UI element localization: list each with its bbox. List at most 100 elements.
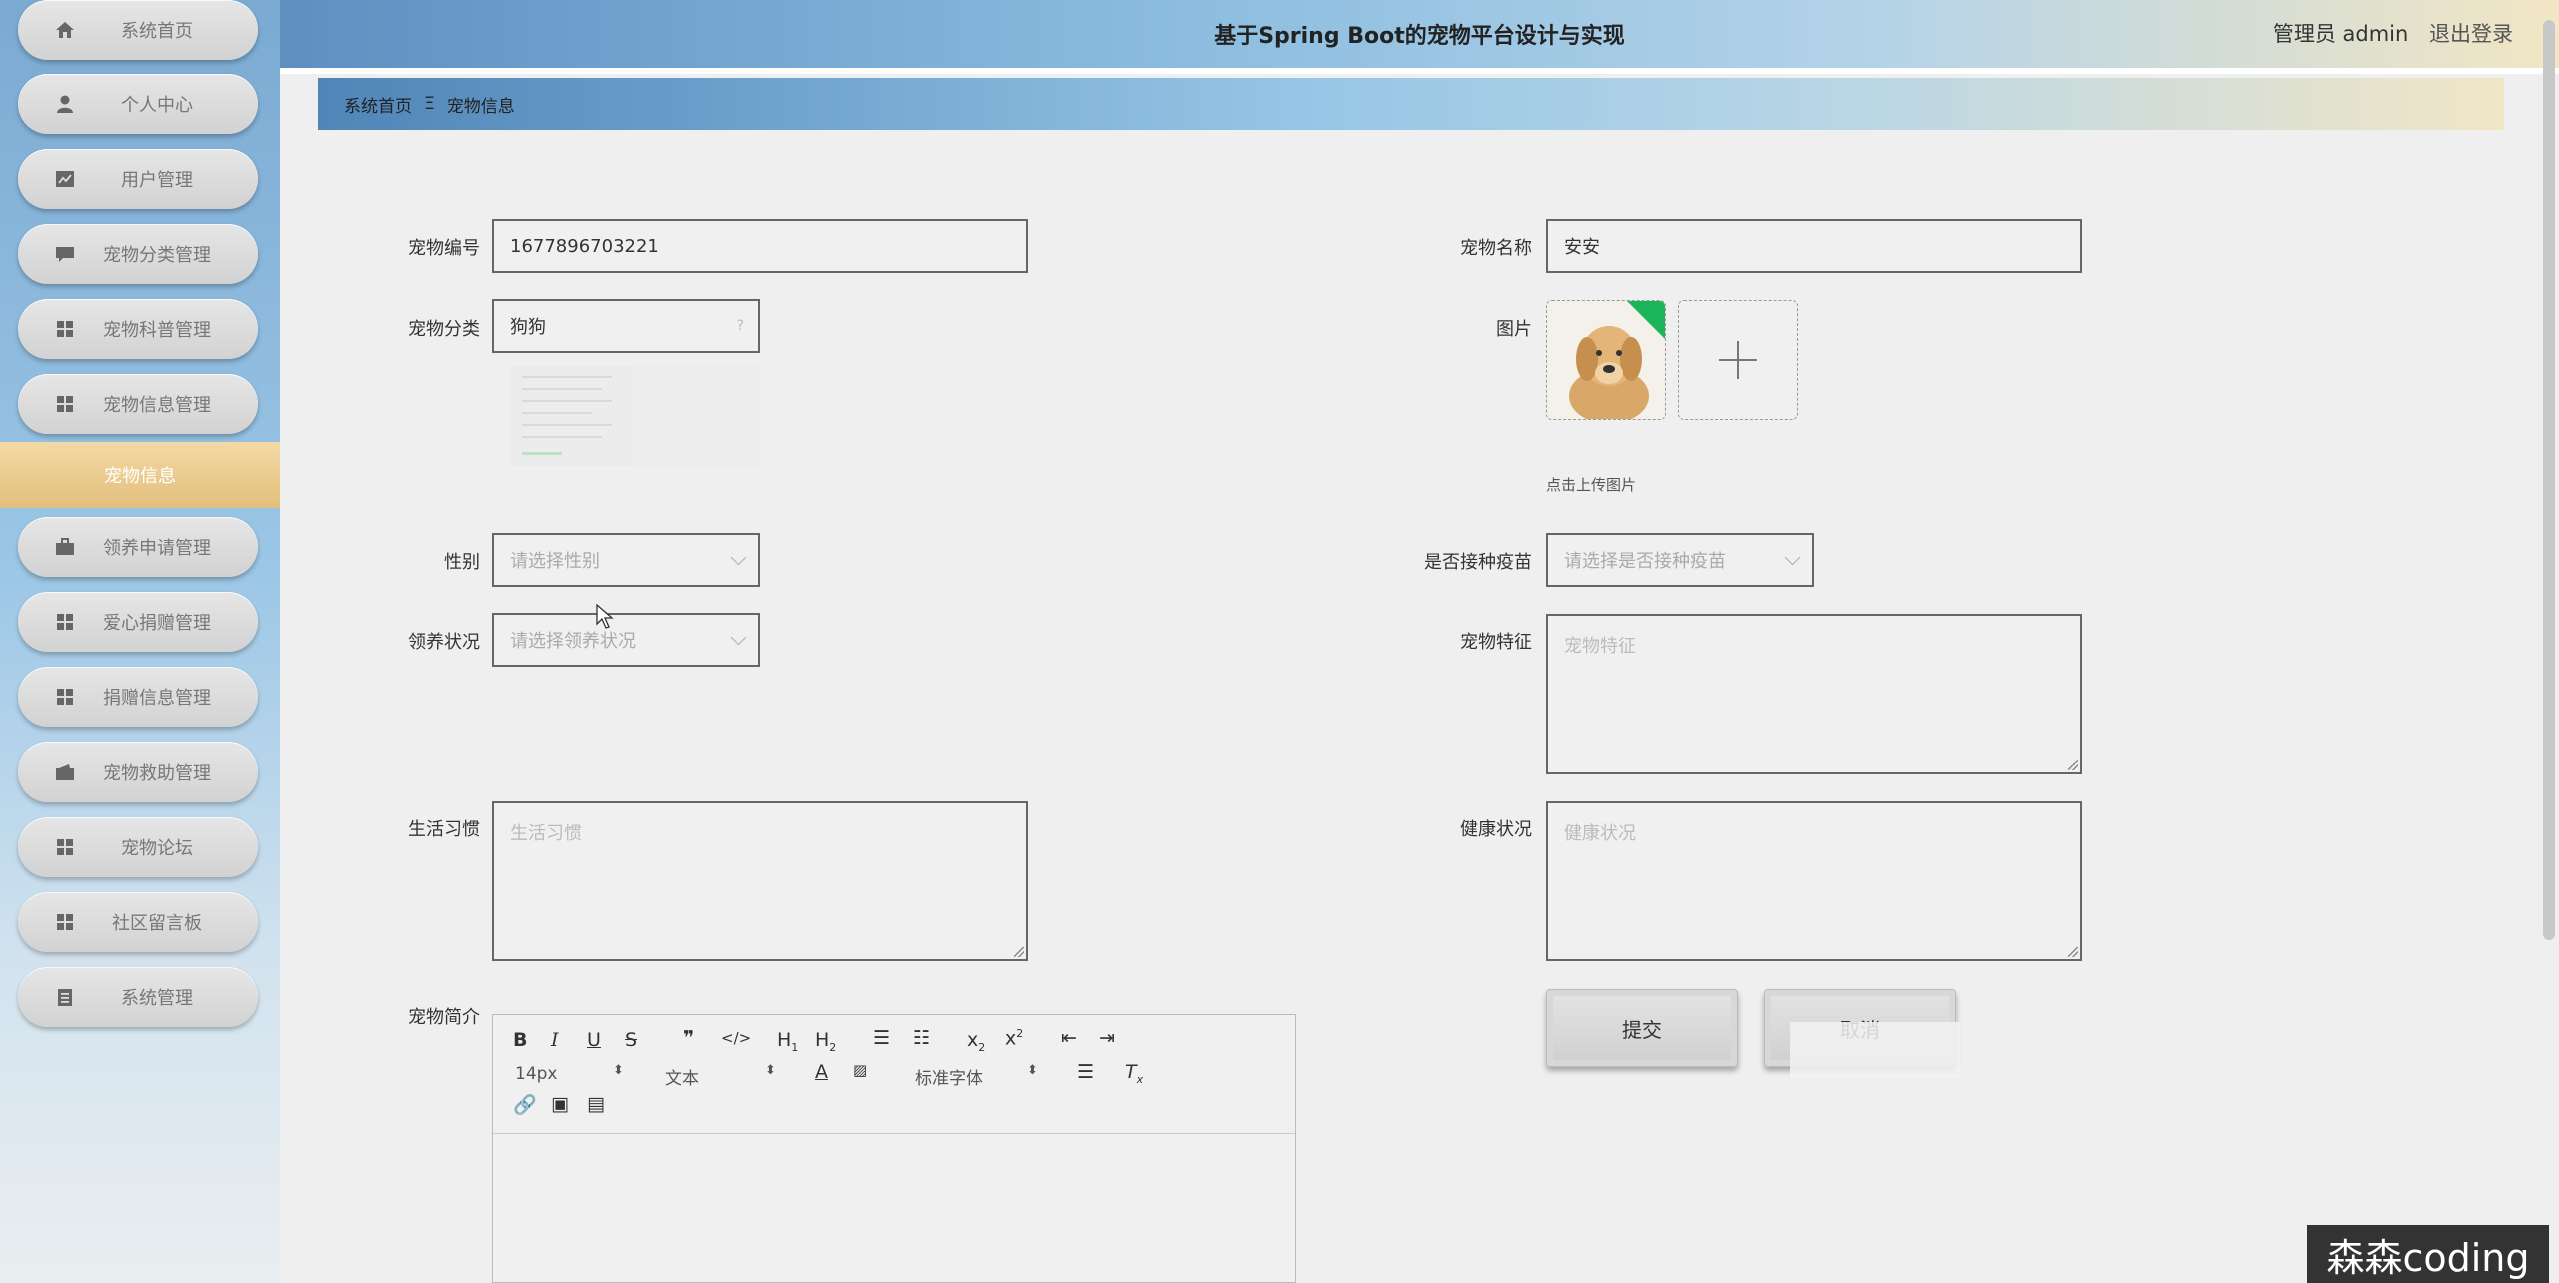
chevron-down-icon [730, 549, 747, 565]
upload-hint: 点击上传图片 [1546, 476, 1637, 494]
submit-button[interactable]: 提交 [1546, 989, 1738, 1067]
pet-category-value: 狗狗 [510, 317, 546, 338]
sidebar-item-rescue[interactable]: 宠物救助管理 [18, 742, 258, 802]
user-icon [54, 93, 76, 115]
heading1-icon[interactable]: H1 [777, 1029, 798, 1054]
sidebar-item-personal-center[interactable]: 个人中心 [18, 74, 258, 134]
link-icon[interactable]: 🔗 [513, 1093, 537, 1116]
sidebar-item-donation-info[interactable]: 捐赠信息管理 [18, 667, 258, 727]
health-placeholder: 健康状况 [1564, 823, 1636, 844]
paragraph-select[interactable]: 文本 [665, 1064, 699, 1089]
font-size-arrows-icon: ⬍ [613, 1063, 624, 1078]
subscript-icon[interactable]: x2 [967, 1029, 985, 1054]
sidebar-item-user-management[interactable]: 用户管理 [18, 149, 258, 209]
uploaded-image-thumb[interactable] [1546, 300, 1666, 420]
sidebar-item-message-board[interactable]: 社区留言板 [18, 892, 258, 952]
breadcrumb-home[interactable]: 系统首页 [344, 92, 412, 117]
briefcase-icon [54, 536, 76, 558]
pet-name-input[interactable]: 安安 [1546, 219, 2082, 273]
logout-link[interactable]: 退出登录 [2429, 22, 2513, 46]
resize-grip-icon[interactable] [2068, 947, 2078, 957]
sidebar-item-pet-science[interactable]: 宠物科普管理 [18, 299, 258, 359]
sidebar-item-forum[interactable]: 宠物论坛 [18, 817, 258, 877]
intro-editor: B I U S ❞ </> H1 H2 ☰ ☷ x2 x2 ⇤ ⇥ 14px ⬍… [492, 1014, 1296, 1283]
chat-icon [54, 243, 76, 265]
image-label: 图片 [1496, 319, 1532, 340]
chevron-down-icon [1784, 549, 1801, 565]
pet-category-select[interactable]: 狗狗 ? [492, 299, 760, 353]
dog-photo [1547, 301, 1665, 419]
underline-icon[interactable]: U [587, 1029, 601, 1051]
breadcrumb-separator: Ξ [424, 94, 435, 114]
habit-label: 生活习惯 [408, 819, 480, 840]
background-color-icon[interactable]: ▨ [853, 1061, 867, 1079]
sidebar-item-label: 用户管理 [121, 170, 193, 191]
pet-no-input[interactable]: 1677896703221 [492, 219, 1028, 273]
adoption-select[interactable]: 请选择领养状况 [492, 613, 760, 667]
adoption-label: 领养状况 [408, 632, 480, 653]
editor-toolbar: B I U S ❞ </> H1 H2 ☰ ☷ x2 x2 ⇤ ⇥ 14px ⬍… [493, 1015, 1295, 1134]
font-color-icon[interactable]: A [815, 1061, 828, 1083]
vaccinated-placeholder: 请选择是否接种疫苗 [1564, 551, 1726, 572]
ordered-list-icon[interactable]: ☰ [873, 1027, 890, 1049]
sidebar-item-donation[interactable]: 爱心捐赠管理 [18, 592, 258, 652]
feature-placeholder: 宠物特征 [1564, 636, 1636, 657]
sidebar-item-pet-category[interactable]: 宠物分类管理 [18, 224, 258, 284]
pet-name-label: 宠物名称 [1460, 238, 1532, 259]
app-title: 基于Spring Boot的宠物平台设计与实现 [1214, 24, 1625, 49]
sidebar-item-label: 领养申请管理 [103, 538, 211, 559]
breadcrumb: 系统首页 Ξ 宠物信息 [318, 78, 2504, 130]
grid-icon [54, 911, 76, 933]
image-icon[interactable]: ▣ [551, 1093, 569, 1115]
indent-icon[interactable]: ⇥ [1099, 1027, 1115, 1049]
sidebar-item-label: 宠物论坛 [121, 838, 193, 859]
pet-category-label: 宠物分类 [408, 319, 480, 340]
sidebar-item-pet-info[interactable]: 宠物信息管理 [18, 374, 258, 434]
category-dropdown-preview [510, 366, 760, 466]
pet-no-label: 宠物编号 [408, 238, 480, 259]
sidebar-item-system[interactable]: 系统管理 [18, 967, 258, 1027]
grid-icon [54, 686, 76, 708]
strikethrough-icon[interactable]: S [625, 1029, 637, 1051]
superscript-icon[interactable]: x2 [1005, 1027, 1023, 1049]
intro-label: 宠物简介 [408, 1007, 480, 1028]
home-icon [54, 19, 76, 41]
question-icon: ? [736, 318, 744, 334]
chevron-down-icon [730, 629, 747, 645]
bullet-list-icon[interactable]: ☷ [913, 1027, 930, 1049]
wallet-icon [54, 761, 76, 783]
outdent-icon[interactable]: ⇤ [1061, 1027, 1077, 1049]
sidebar-item-label: 宠物分类管理 [103, 245, 211, 266]
sidebar-item-label: 个人中心 [121, 95, 193, 116]
code-icon[interactable]: </> [721, 1029, 751, 1047]
vaccinated-select[interactable]: 请选择是否接种疫苗 [1546, 533, 1814, 587]
video-icon[interactable]: ▤ [587, 1093, 605, 1115]
font-family-select[interactable]: 标准字体 [915, 1064, 983, 1089]
feature-textarea[interactable]: 宠物特征 [1546, 614, 2082, 774]
font-size-select[interactable]: 14px [515, 1064, 557, 1084]
resize-grip-icon[interactable] [1014, 947, 1024, 957]
quote-icon[interactable]: ❞ [683, 1027, 694, 1049]
italic-icon[interactable]: I [551, 1029, 559, 1051]
cancel-button-blur [1790, 1022, 1960, 1078]
align-icon[interactable]: ☰ [1077, 1061, 1094, 1083]
page-scrollbar[interactable] [2543, 20, 2555, 940]
health-label: 健康状况 [1460, 819, 1532, 840]
sidebar-subitem-pet-info-active[interactable]: 宠物信息 [0, 442, 280, 508]
heading2-icon[interactable]: H2 [815, 1029, 836, 1054]
breadcrumb-current: 宠物信息 [446, 96, 515, 117]
resize-grip-icon[interactable] [2068, 760, 2078, 770]
vaccinated-label: 是否接种疫苗 [1424, 552, 1532, 573]
health-textarea[interactable]: 健康状况 [1546, 801, 2082, 961]
upload-add-button[interactable] [1678, 300, 1798, 420]
sidebar-item-adoption[interactable]: 领养申请管理 [18, 517, 258, 577]
habit-placeholder: 生活习惯 [510, 823, 582, 844]
user-area: 管理员 admin 退出登录 [2273, 18, 2513, 48]
sidebar-item-label: 系统管理 [121, 988, 193, 1009]
clear-format-icon[interactable]: Tx [1125, 1061, 1143, 1086]
sidebar-item-home[interactable]: 系统首页 [18, 0, 258, 60]
habit-textarea[interactable]: 生活习惯 [492, 801, 1028, 961]
bold-icon[interactable]: B [513, 1029, 527, 1051]
grid-icon [54, 393, 76, 415]
gender-select[interactable]: 请选择性别 [492, 533, 760, 587]
